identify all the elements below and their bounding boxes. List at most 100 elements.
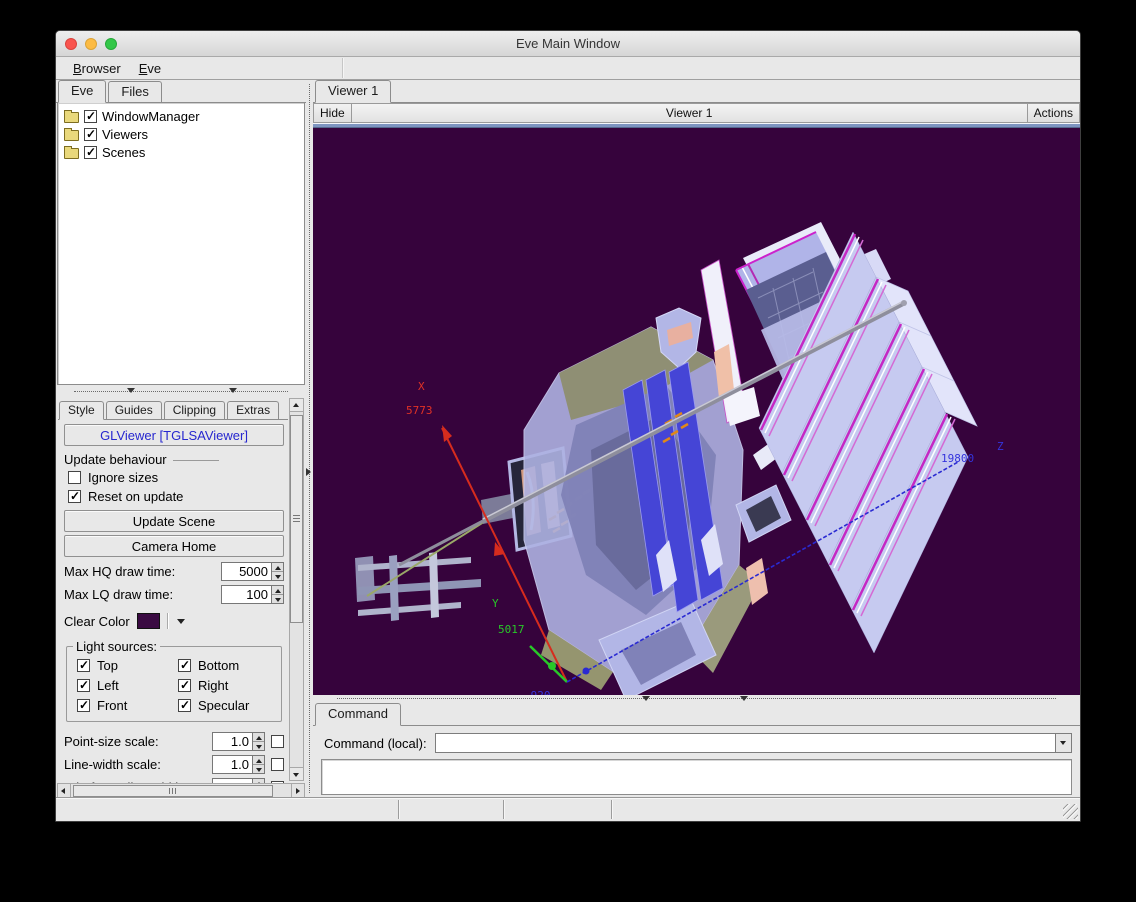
line-width-checkbox[interactable] (271, 758, 284, 771)
command-tab-bar: Command (313, 703, 1080, 726)
gl-viewer-editor: Style Guides Clipping Extras GLViewer [T… (56, 398, 306, 783)
spinner-down-icon[interactable] (272, 594, 283, 603)
left-tab-bar: Eve Files (56, 80, 306, 103)
resize-grip[interactable] (1063, 804, 1078, 819)
x-axis-arrow-icon (442, 425, 452, 442)
status-cell (399, 798, 503, 821)
tab-files[interactable]: Files (108, 81, 161, 102)
light-right-checkbox[interactable]: ✓ (178, 679, 191, 692)
scroll-left-icon[interactable] (58, 784, 71, 798)
clear-color-label: Clear Color (64, 614, 130, 629)
style-vertical-scrollbar[interactable] (289, 398, 304, 781)
command-output[interactable] (321, 759, 1072, 795)
command-combobox (435, 733, 1072, 753)
point-size-input[interactable] (212, 732, 252, 751)
scrollbar-thumb[interactable] (73, 785, 273, 797)
ignore-sizes-checkbox[interactable] (68, 471, 81, 484)
max-lq-input[interactable] (221, 585, 271, 604)
light-top-row: ✓Top (73, 656, 174, 675)
tab-command[interactable]: Command (315, 703, 401, 726)
combo-dropdown-icon[interactable] (1055, 734, 1071, 752)
light-specular-row: ✓Specular (174, 696, 275, 715)
minimize-icon[interactable] (85, 38, 97, 50)
tree-item-windowmanager[interactable]: ✓ WindowManager (60, 107, 302, 125)
scroll-down-icon[interactable] (290, 767, 303, 780)
dock-vertical-splitter[interactable] (306, 80, 313, 797)
camera-home-button[interactable]: Camera Home (64, 535, 284, 557)
menu-bar: Browser Eve (56, 57, 1080, 80)
color-dropdown-icon[interactable] (177, 619, 185, 624)
folder-icon (64, 130, 79, 141)
checkbox[interactable]: ✓ (84, 128, 97, 141)
command-input[interactable] (436, 734, 1055, 752)
actions-button[interactable]: Actions (1027, 103, 1080, 123)
line-width-label: Line-width scale: (64, 757, 206, 772)
z-axis-cone-icon (583, 668, 590, 675)
gl-viewport[interactable]: X 5773 Y 5017 Z 19800 -920 (313, 128, 1080, 695)
scroll-up-icon[interactable] (290, 399, 303, 412)
ignore-sizes-label: Ignore sizes (88, 470, 158, 485)
spinner-up-icon[interactable] (272, 563, 283, 571)
light-sources-title: Light sources: (73, 639, 160, 654)
light-bottom-checkbox[interactable]: ✓ (178, 659, 191, 672)
spinner-up-icon[interactable] (253, 756, 264, 764)
reset-on-update-row: ✓ Reset on update (64, 487, 284, 506)
chevron-right-icon (306, 468, 311, 476)
y-axis-label: Y (492, 597, 499, 610)
check-icon: ✓ (79, 658, 89, 672)
line-width-input[interactable] (212, 755, 252, 774)
scrollbar-thumb[interactable] (290, 415, 303, 623)
tree-item-scenes[interactable]: ✓ Scenes (60, 143, 302, 161)
scroll-right-icon[interactable] (291, 784, 304, 798)
checkbox[interactable]: ✓ (84, 110, 97, 123)
glviewer-button[interactable]: GLViewer [TGLSAViewer] (64, 424, 284, 446)
title-bar[interactable]: Eve Main Window (56, 31, 1080, 57)
clear-color-swatch[interactable] (137, 613, 160, 629)
reset-on-update-label: Reset on update (88, 489, 183, 504)
menu-browser[interactable]: Browser (64, 59, 130, 78)
eve-tree: ✓ WindowManager ✓ Viewers ✓ Scenes (57, 103, 305, 385)
clear-color-row: Clear Color (64, 609, 284, 633)
tab-clipping[interactable]: Clipping (164, 401, 225, 419)
light-specular-checkbox[interactable]: ✓ (178, 699, 191, 712)
command-local-label: Command (local): (321, 736, 427, 751)
check-icon: ✓ (180, 658, 190, 672)
max-lq-row: Max LQ draw time: (64, 583, 284, 606)
menu-eve[interactable]: Eve (130, 59, 170, 78)
max-hq-input[interactable] (221, 562, 271, 581)
tab-eve[interactable]: Eve (58, 80, 106, 103)
divider (173, 460, 219, 461)
left-horizontal-splitter[interactable] (56, 385, 306, 398)
check-icon: ✓ (180, 678, 190, 692)
checkbox[interactable]: ✓ (84, 146, 97, 159)
editor-tab-bar: Style Guides Clipping Extras (58, 398, 288, 420)
point-size-checkbox[interactable] (271, 735, 284, 748)
wireframe-line-width-row: Wireframe line-width (64, 776, 284, 783)
splitter-dots (337, 698, 1056, 699)
detector-model (355, 222, 977, 695)
splitter-dots (74, 391, 288, 392)
max-hq-label: Max HQ draw time: (64, 564, 221, 579)
tab-extras[interactable]: Extras (227, 401, 279, 419)
light-top-checkbox[interactable]: ✓ (77, 659, 90, 672)
light-front-checkbox[interactable]: ✓ (77, 699, 90, 712)
viewer-command-splitter[interactable] (313, 695, 1080, 703)
status-cell (56, 798, 398, 821)
tab-guides[interactable]: Guides (106, 401, 162, 419)
spinner-up-icon[interactable] (253, 733, 264, 741)
light-left-checkbox[interactable]: ✓ (77, 679, 90, 692)
tree-item-viewers[interactable]: ✓ Viewers (60, 125, 302, 143)
hide-button[interactable]: Hide (313, 103, 352, 123)
reset-on-update-checkbox[interactable]: ✓ (68, 490, 81, 503)
update-behaviour-header: Update behaviour (64, 450, 284, 468)
spinner-down-icon[interactable] (253, 764, 264, 773)
zoom-icon[interactable] (105, 38, 117, 50)
tab-style[interactable]: Style (59, 401, 104, 420)
spinner-down-icon[interactable] (272, 571, 283, 580)
tab-viewer-1[interactable]: Viewer 1 (315, 80, 391, 103)
spinner-up-icon[interactable] (272, 586, 283, 594)
update-scene-button[interactable]: Update Scene (64, 510, 284, 532)
spinner-down-icon[interactable] (253, 741, 264, 750)
tree-item-label: WindowManager (102, 109, 200, 124)
close-icon[interactable] (65, 38, 77, 50)
